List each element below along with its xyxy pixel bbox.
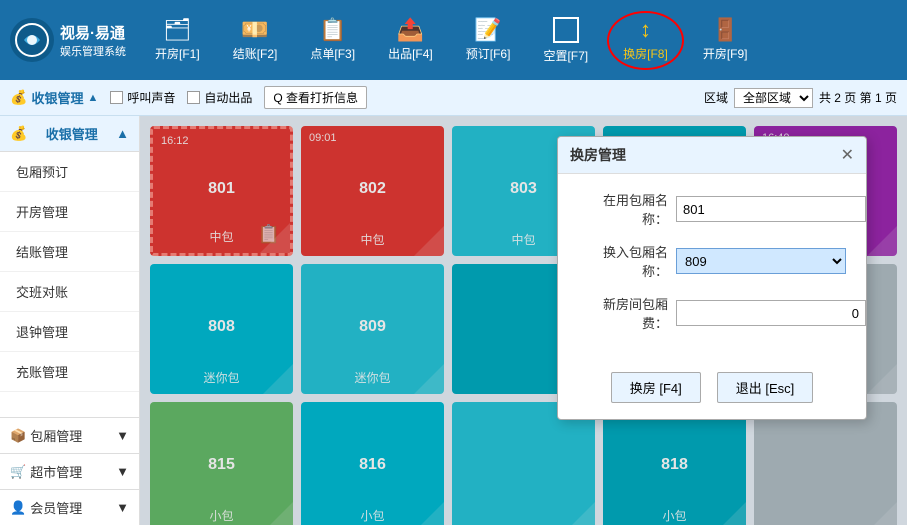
app-title: 视易·易通: [60, 22, 126, 43]
sidebar-item-refund[interactable]: 退钟管理: [0, 312, 139, 352]
form-row-current: 在用包厢名称：: [578, 190, 846, 228]
sidebar-item-recharge[interactable]: 充账管理: [0, 352, 139, 392]
room-mgmt-icon: 📦: [10, 428, 26, 444]
nav-huanfang-label: 换房[F8]: [623, 45, 668, 62]
nav-diandan[interactable]: 📋 点单[F3]: [296, 13, 369, 68]
sidebar-item-booking[interactable]: 包厢预订: [0, 152, 139, 192]
chevron-down-icon: ▼: [116, 428, 129, 443]
sidebar-group-market[interactable]: 🛒 超市管理 ▼: [0, 453, 139, 489]
sidebar-item-openroom[interactable]: 开房管理: [0, 192, 139, 232]
kaifang9-icon: 🚪: [711, 19, 738, 41]
nav-chupin-label: 出品[F4]: [388, 45, 433, 62]
nav-kaifang9-label: 开房[F9]: [703, 45, 748, 62]
chevron-down-icon2: ▼: [116, 464, 129, 479]
kongling-icon: [553, 17, 579, 43]
toolbar-right: 区域 全部区域 共 2 页 第 1 页: [704, 88, 897, 108]
auto-output-label: 自动出品: [204, 89, 252, 106]
collapse-btn[interactable]: ▲: [87, 92, 98, 104]
chupin-icon: 📤: [397, 19, 424, 41]
nav-kongling[interactable]: 空置[F7]: [529, 11, 602, 70]
call-sound-item: 呼叫声音: [110, 89, 175, 106]
form-row-new: 换入包厢名称： 809 808 811: [578, 242, 846, 280]
logo-icon: [10, 18, 54, 62]
zone-label: 区域: [704, 89, 728, 106]
form-row-fee: 新房间包厢费：: [578, 294, 846, 332]
nav-jiezhang-label: 结账[F2]: [233, 45, 278, 62]
fee-label: 新房间包厢费：: [578, 294, 668, 332]
logo-text: 视易·易通 娱乐管理系统: [60, 22, 126, 59]
chevron-down-icon3: ▼: [116, 500, 129, 515]
nav-jiezhang[interactable]: 💴 结账[F2]: [219, 13, 292, 68]
dialog-title: 换房管理: [570, 145, 626, 165]
dialog-header: 换房管理 ✕: [558, 137, 866, 174]
swap-exit-btn[interactable]: 退出 [Esc]: [717, 372, 814, 403]
dialog-overlay: 换房管理 ✕ 在用包厢名称： 换入包厢名称： 809 808 811: [140, 116, 907, 525]
auto-output-checkbox[interactable]: [187, 91, 200, 104]
app-subtitle: 娱乐管理系统: [60, 43, 126, 59]
sidebar-header-label: 收银管理: [46, 124, 98, 143]
sidebar-group-member[interactable]: 👤 会员管理 ▼: [0, 489, 139, 525]
fee-input[interactable]: [676, 300, 866, 326]
new-room-select[interactable]: 809 808 811: [676, 248, 846, 274]
call-sound-checkbox[interactable]: [110, 91, 123, 104]
dialog-close-btn[interactable]: ✕: [841, 145, 854, 165]
sidebar-header: 💰 收银管理 ▲: [0, 116, 139, 152]
swap-room-dialog: 换房管理 ✕ 在用包厢名称： 换入包厢名称： 809 808 811: [557, 136, 867, 420]
room-grid: 16:12 801 中包 📋 09:01 802 中包 803 中包 16:40…: [140, 116, 907, 525]
sidebar-group-rooms[interactable]: 📦 包厢管理 ▼: [0, 417, 139, 453]
market-icon: 🛒: [10, 464, 26, 480]
yuding-icon: 📝: [474, 19, 501, 41]
nav-huanfang[interactable]: ↕ 换房[F8]: [607, 11, 684, 70]
nav-chupin[interactable]: 📤 出品[F4]: [374, 13, 447, 68]
huanfang-icon: ↕: [640, 19, 651, 41]
current-room-label: 在用包厢名称：: [578, 190, 668, 228]
nav-diandan-label: 点单[F3]: [310, 45, 355, 62]
auto-output-item: 自动出品: [187, 89, 252, 106]
swap-confirm-btn[interactable]: 换房 [F4]: [611, 372, 701, 403]
kaifang-icon: 🗂: [163, 19, 191, 41]
diandan-icon: 📋: [319, 19, 346, 41]
page-info: 共 2 页 第 1 页: [819, 89, 897, 106]
current-room-input[interactable]: [676, 196, 866, 222]
cashier-label: 💰 收银管理 ▲: [10, 88, 98, 107]
sidebar-item-shift[interactable]: 交班对账: [0, 272, 139, 312]
sidebar: 💰 收银管理 ▲ 包厢预订 开房管理 结账管理 交班对账 退钟管理 充账管理 📦…: [0, 116, 140, 525]
nav-kaifang[interactable]: 🗂 开房[F1]: [141, 13, 214, 68]
toolbar: 💰 收银管理 ▲ 呼叫声音 自动出品 Q 查看打折信息 区域 全部区域 共 2 …: [0, 80, 907, 116]
nav-yuding-label: 预订[F6]: [466, 45, 511, 62]
dialog-body: 在用包厢名称： 换入包厢名称： 809 808 811 新房间包厢费：: [558, 174, 866, 362]
jiezhang-icon: 💴: [241, 19, 268, 41]
nav-kongling-label: 空置[F7]: [543, 47, 588, 64]
call-sound-label: 呼叫声音: [127, 89, 175, 106]
header: 视易·易通 娱乐管理系统 🗂 开房[F1] 💴 结账[F2] 📋 点单[F3] …: [0, 0, 907, 80]
nav-kaifang9[interactable]: 🚪 开房[F9]: [689, 13, 762, 68]
member-icon: 👤: [10, 500, 26, 516]
new-room-label: 换入包厢名称：: [578, 242, 668, 280]
search-discount-btn[interactable]: Q 查看打折信息: [264, 86, 367, 109]
logo-area: 视易·易通 娱乐管理系统: [10, 18, 126, 62]
main-layout: 💰 收银管理 ▲ 包厢预订 开房管理 结账管理 交班对账 退钟管理 充账管理 📦…: [0, 116, 907, 525]
dialog-footer: 换房 [F4] 退出 [Esc]: [558, 362, 866, 419]
sidebar-item-checkout[interactable]: 结账管理: [0, 232, 139, 272]
nav-yuding[interactable]: 📝 预订[F6]: [452, 13, 525, 68]
sidebar-collapse-btn[interactable]: ▲: [116, 126, 129, 141]
zone-select[interactable]: 全部区域: [734, 88, 813, 108]
nav-kaifang-label: 开房[F1]: [155, 45, 200, 62]
